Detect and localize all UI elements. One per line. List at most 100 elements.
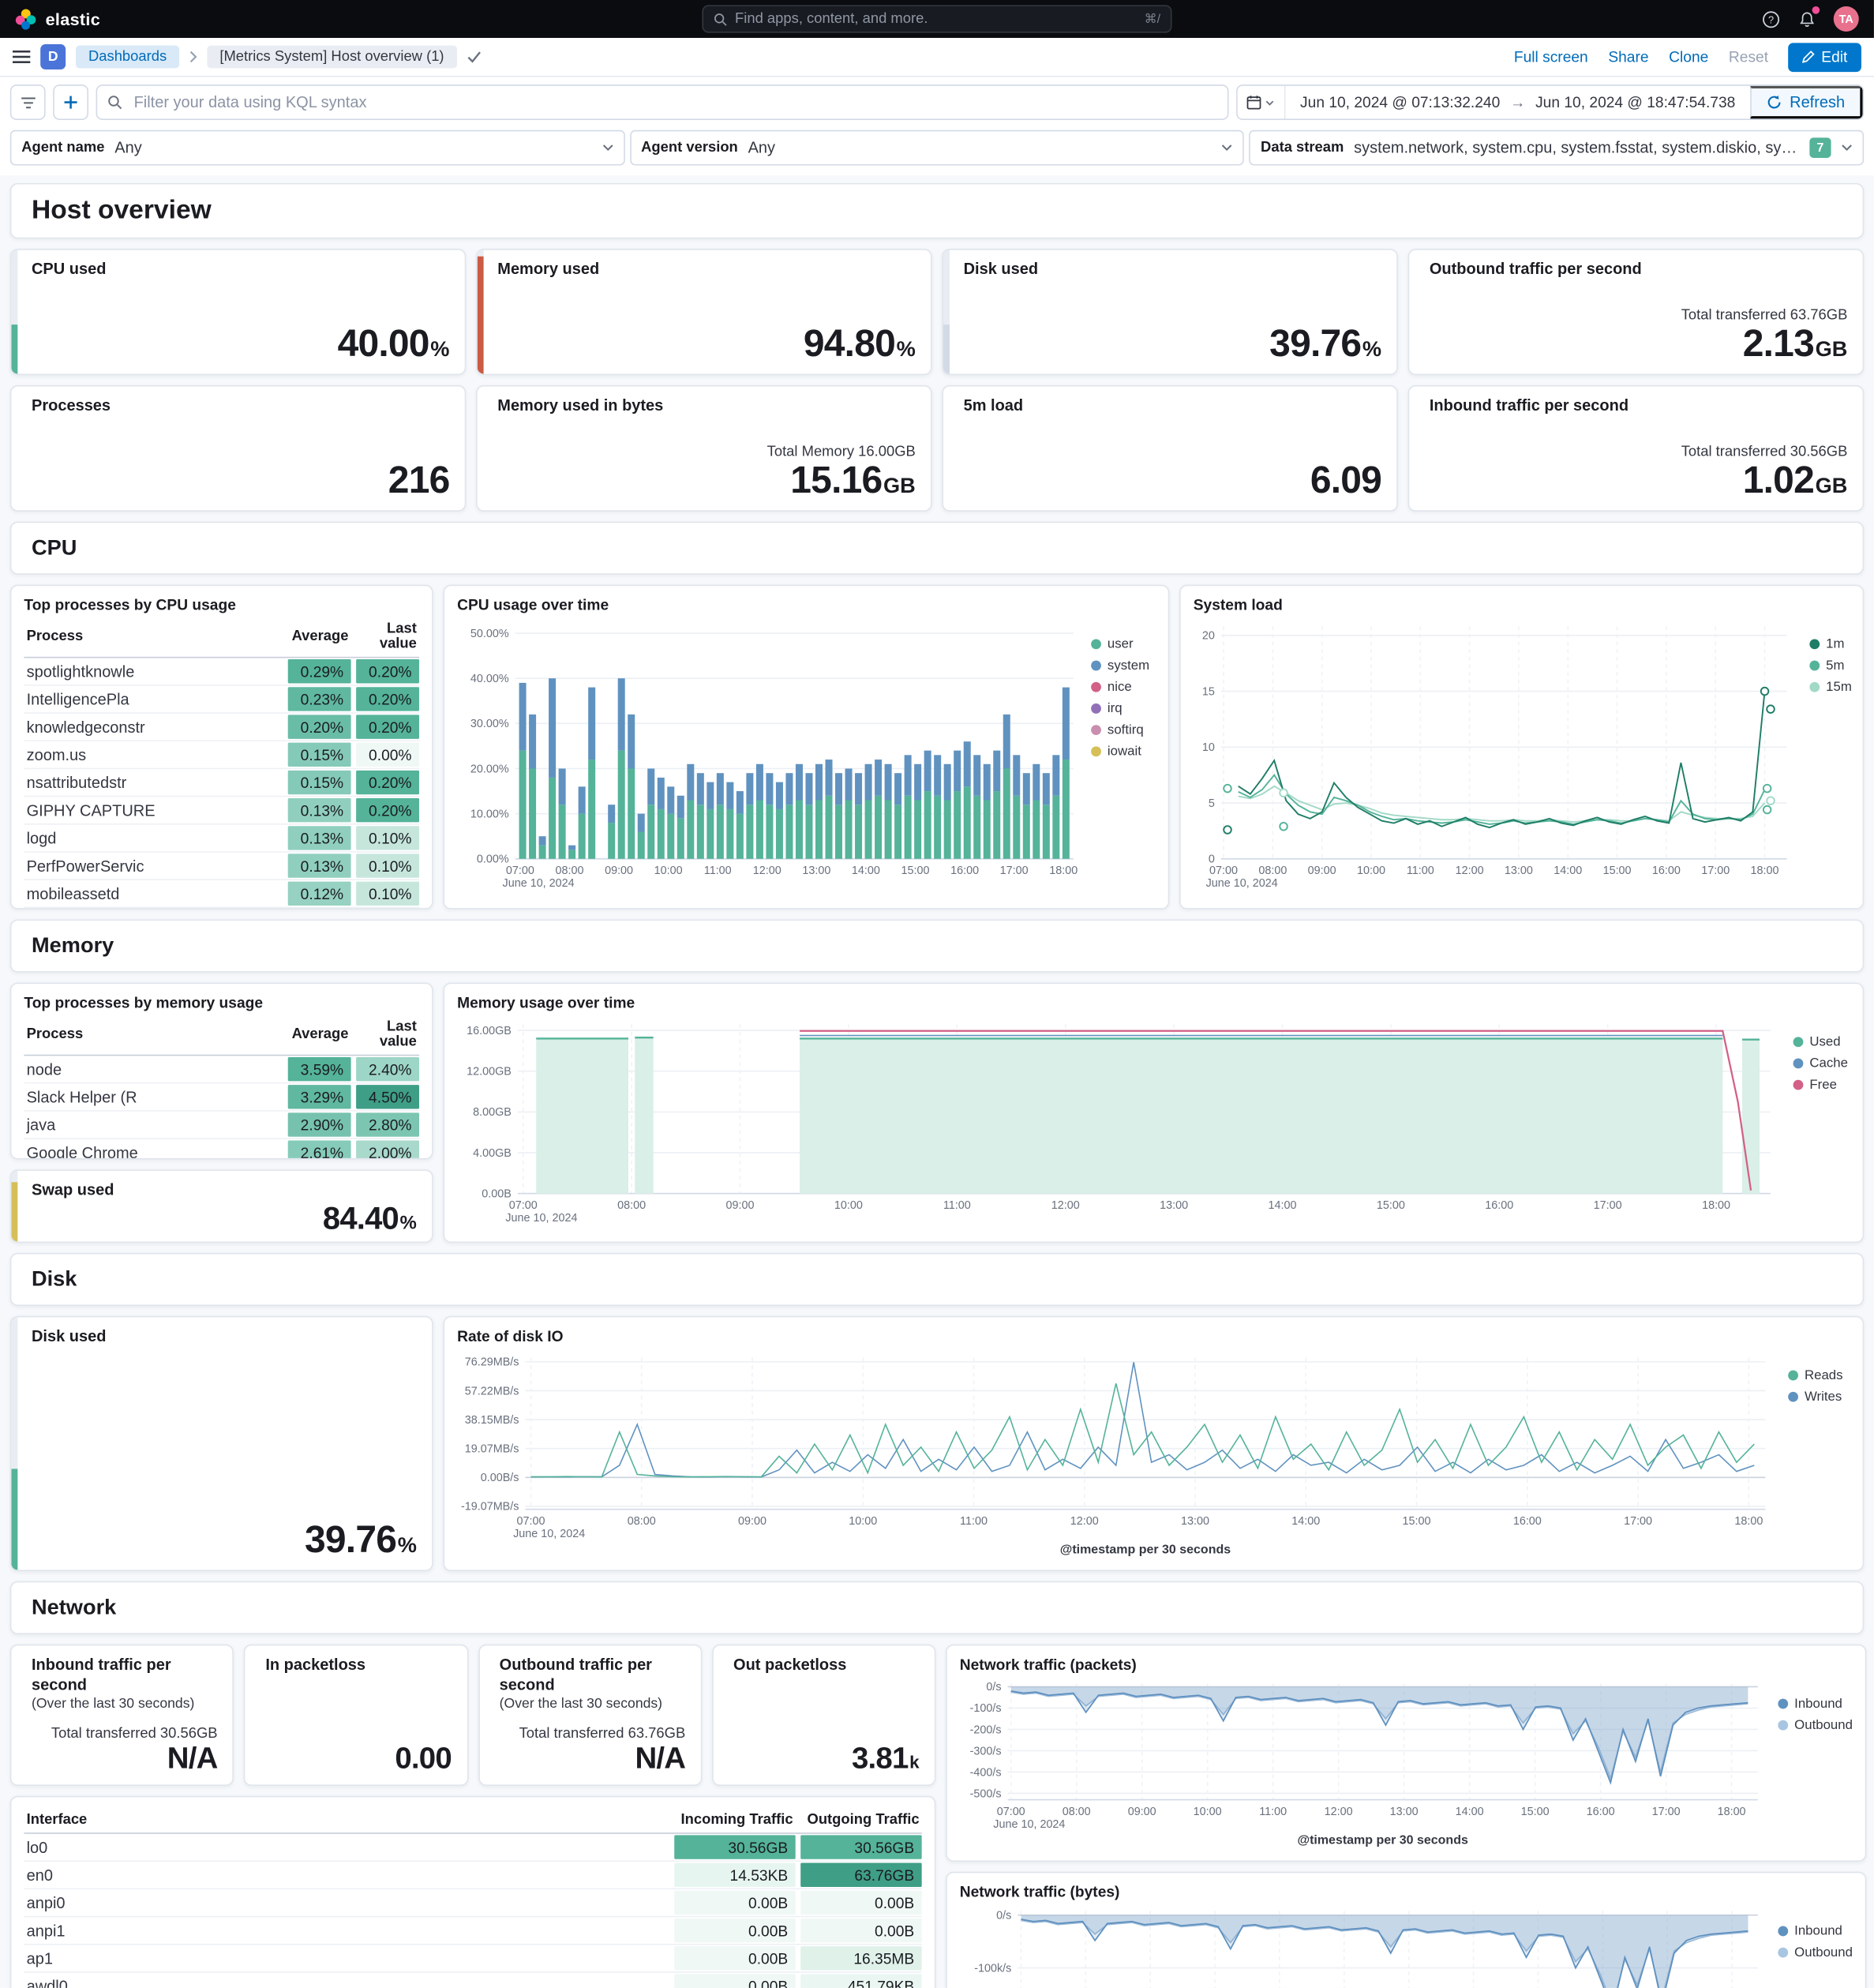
svg-text:12.00GB: 12.00GB — [467, 1066, 512, 1078]
breadcrumb-dashboards[interactable]: Dashboards — [75, 45, 180, 69]
cell-value: 3.29% — [283, 1082, 351, 1112]
svg-text:07:00: 07:00 — [516, 1515, 545, 1528]
control-agent-version[interactable]: Agent version Any — [629, 129, 1245, 166]
chart-legend: Used Cache Free — [1783, 1015, 1848, 1229]
kql-search-bar[interactable] — [96, 84, 1228, 120]
help-icon[interactable]: ? — [1760, 9, 1781, 29]
elastic-home-link[interactable]: elastic — [15, 8, 100, 29]
svg-text:30.00%: 30.00% — [470, 718, 509, 730]
table-row: anpi0 0.00B 0.00B — [24, 1889, 922, 1918]
refresh-icon — [1767, 95, 1782, 110]
column-header: Process — [24, 616, 283, 658]
metric-value: N/A — [167, 1741, 219, 1776]
control-label: Agent name — [21, 140, 105, 156]
panel-title: Rate of disk IO — [457, 1327, 564, 1345]
softirq-legend-dot — [1091, 725, 1101, 736]
memory-usage-chart[interactable]: 0.00B 4.00GB 8.00GB 12.00GB 16.00GB 07:00 June… — [457, 1015, 1783, 1229]
cell-value: 30.56GB — [795, 1832, 922, 1862]
cell-value: 0.13% — [283, 796, 351, 825]
breadcrumb-current[interactable]: [Metrics System] Host overview (1) — [207, 45, 457, 69]
reset-link[interactable]: Reset — [1729, 48, 1768, 66]
metric-value: 3.81 k — [851, 1741, 920, 1776]
chevron-down-icon — [1222, 144, 1232, 152]
svg-text:11:00: 11:00 — [1407, 865, 1434, 877]
Reads-legend-dot — [1788, 1370, 1798, 1381]
control-label: Agent version — [641, 140, 738, 156]
svg-text:13:00: 13:00 — [1390, 1806, 1419, 1818]
legend-item[interactable]: 1m — [1809, 636, 1851, 651]
refresh-button[interactable]: Refresh — [1750, 85, 1863, 119]
legend-item[interactable]: Free — [1793, 1078, 1848, 1093]
svg-text:38.15MB/s: 38.15MB/s — [465, 1414, 519, 1427]
legend-item[interactable]: Inbound — [1778, 1923, 1853, 1939]
legend-item[interactable]: 5m — [1809, 658, 1851, 673]
notification-dot — [1812, 6, 1820, 14]
Used-legend-dot — [1793, 1037, 1804, 1048]
cpu-usage-chart[interactable]: 0.00% 10.00% 20.00% 30.00% 40.00% 50.00% 07:00… — [457, 617, 1081, 895]
add-filter-button[interactable] — [53, 84, 88, 120]
legend-item[interactable]: 15m — [1809, 680, 1852, 695]
panel-title: Network traffic (packets) — [959, 1656, 1137, 1674]
legend-item[interactable]: Cache — [1793, 1056, 1848, 1071]
legend-item[interactable]: user — [1091, 636, 1149, 651]
column-header: Last value — [350, 616, 420, 658]
cell-value: 451.79KB — [795, 1971, 922, 1988]
share-link[interactable]: Share — [1608, 48, 1648, 66]
calendar-button[interactable] — [1237, 85, 1285, 119]
table-row: Google Chrome 2.61% 2.00% — [24, 1138, 420, 1158]
system-load-chart[interactable]: 0 5 10 15 20 07:00 June 10, 2024 08:00 09:00 10:0… — [1194, 617, 1800, 895]
metric-value: 0.00 — [395, 1741, 452, 1776]
cell-value: 2.00% — [350, 1138, 420, 1158]
legend-item[interactable]: Outbound — [1778, 1945, 1853, 1960]
brand-name: elastic — [45, 9, 101, 28]
svg-text:-500/s: -500/s — [970, 1787, 1002, 1800]
edit-button-label: Edit — [1821, 47, 1848, 66]
legend-item[interactable]: irq — [1091, 701, 1149, 716]
metric-title: In packetloss — [265, 1656, 366, 1674]
saved-check-icon[interactable] — [467, 51, 481, 63]
space-avatar[interactable]: D — [40, 43, 66, 69]
legend-item[interactable]: Writes — [1788, 1390, 1842, 1405]
clone-link[interactable]: Clone — [1669, 48, 1708, 66]
legend-item[interactable]: nice — [1091, 680, 1149, 695]
network-packets-chart[interactable]: 0/s -100/s -200/s -300/s -400/s -500/s 07:00 Ju… — [960, 1676, 1768, 1848]
svg-text:09:00: 09:00 — [605, 865, 633, 877]
cell-name: GIPHY CAPTURE — [24, 796, 283, 825]
cell-value: 0.15% — [283, 768, 351, 797]
metric-value: 94.80% — [803, 323, 916, 366]
full-screen-link[interactable]: Full screen — [1514, 48, 1588, 66]
date-from[interactable]: Jun 10, 2024 @ 07:13:32.240 — [1300, 93, 1500, 111]
table-row: spotlightknowle 0.29% 0.20% — [24, 657, 420, 686]
legend-item[interactable]: softirq — [1091, 722, 1149, 737]
control-data-stream[interactable]: Data stream system.network, system.cpu, … — [1249, 129, 1865, 166]
legend-item[interactable]: iowait — [1091, 744, 1149, 759]
global-search-input[interactable]: Find apps, content, and more. ⌘/ — [702, 5, 1172, 33]
disk-io-chart[interactable]: -19.07MB/s 0.00B/s 19.07MB/s 38.15MB/s 57.22… — [457, 1348, 1778, 1558]
notifications-bell-icon[interactable] — [1797, 6, 1820, 29]
cell-value: 0.20% — [350, 768, 420, 797]
metric-total: Total transferred 30.56GB — [51, 1726, 218, 1742]
legend-item[interactable]: Outbound — [1778, 1718, 1853, 1733]
legend-item[interactable]: system — [1091, 658, 1149, 673]
svg-text:20.00%: 20.00% — [470, 763, 509, 775]
filter-menu-button[interactable] — [9, 84, 46, 120]
svg-text:20: 20 — [1202, 630, 1215, 643]
kql-input[interactable] — [131, 92, 1217, 113]
menu-hamburger-icon[interactable] — [12, 49, 31, 64]
date-to[interactable]: Jun 10, 2024 @ 18:47:54.738 — [1535, 93, 1735, 111]
user-avatar[interactable]: TA — [1833, 6, 1859, 32]
cell-value: 0.12% — [283, 907, 351, 909]
legend-item[interactable]: Inbound — [1778, 1696, 1853, 1712]
metric-panel: In packetloss 0.00 — [244, 1644, 468, 1786]
control-value: system.network, system.cpu, system.fssta… — [1354, 138, 1799, 157]
control-agent-name[interactable]: Agent name Any — [9, 129, 625, 166]
legend-label: Reads — [1804, 1367, 1843, 1383]
svg-text:12:00: 12:00 — [1051, 1199, 1080, 1212]
network-bytes-chart[interactable]: 0/s-100k/s-200k/s07:00June 10, 202408:00… — [960, 1904, 1768, 1988]
cell-value: 4.50% — [350, 1082, 420, 1112]
legend-item[interactable]: Used — [1793, 1034, 1848, 1049]
edit-button[interactable]: Edit — [1788, 42, 1861, 72]
legend-item[interactable]: Reads — [1788, 1367, 1843, 1383]
chart-legend: Inbound Outbound — [1768, 1904, 1853, 1988]
svg-text:07:00: 07:00 — [997, 1806, 1025, 1818]
